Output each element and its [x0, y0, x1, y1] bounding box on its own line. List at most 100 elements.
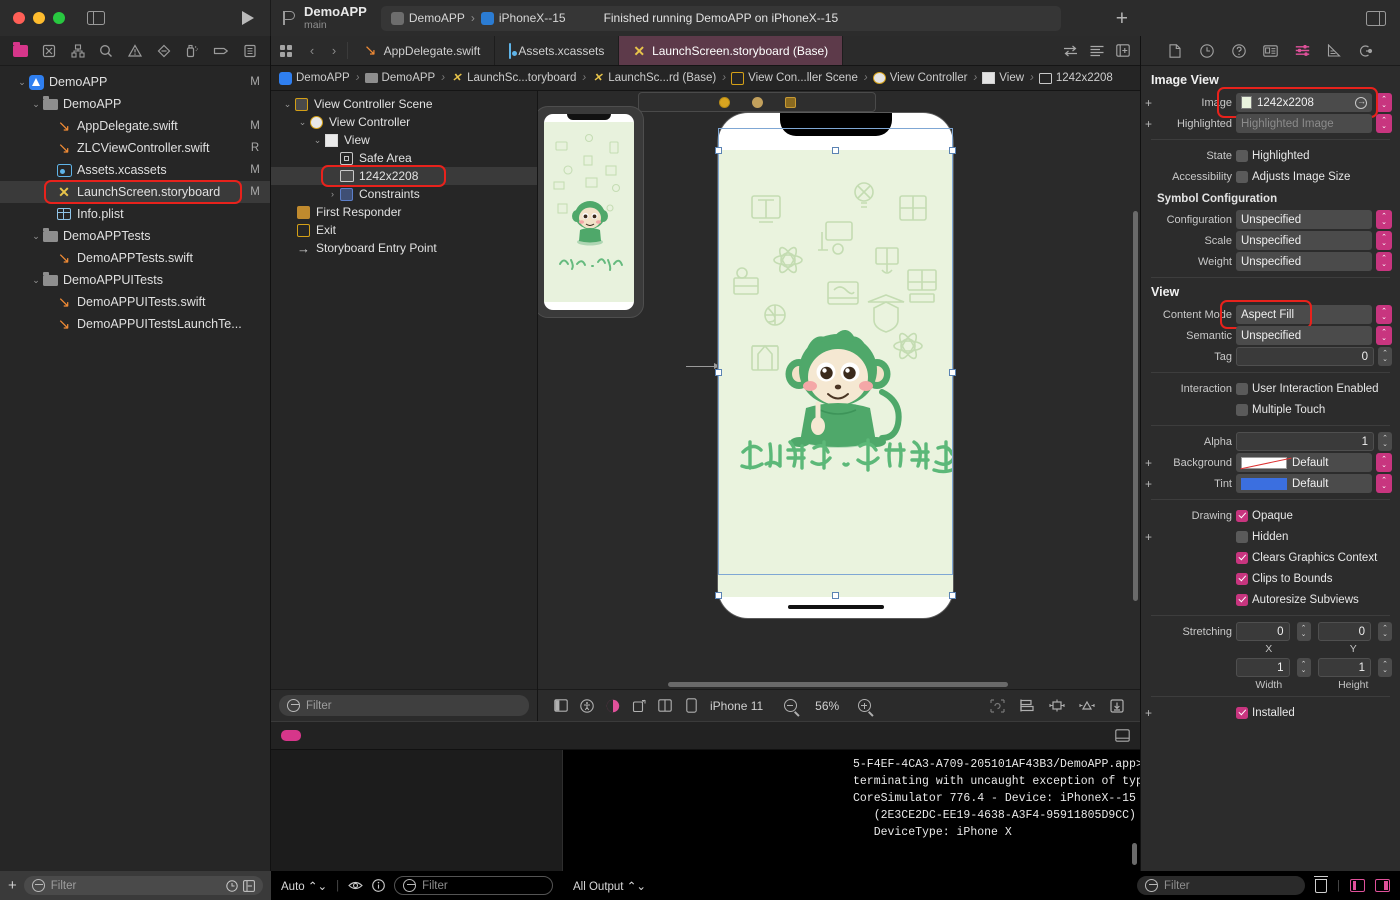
align-icon[interactable]	[1014, 693, 1040, 719]
highlighted-image-field[interactable]: Highlighted Image	[1236, 114, 1372, 133]
file-row[interactable]: ↘ DemoAPPUITestsLaunchTe...	[0, 313, 270, 335]
installed-checkbox[interactable]	[1236, 706, 1248, 719]
hidden-checkbox[interactable]	[1236, 530, 1248, 543]
storyboard-canvas[interactable]	[538, 91, 1140, 689]
stretching-width-input[interactable]: 1	[1236, 658, 1290, 677]
outline-row-constraints[interactable]: › Constraints	[271, 185, 537, 203]
editor-tab-launchscreen[interactable]: ✕ LaunchScreen.storyboard (Base)	[619, 36, 844, 65]
resize-handle-tl[interactable]	[715, 147, 722, 154]
semantic-select[interactable]: Unspecified	[1236, 326, 1372, 345]
tint-color-select[interactable]: Default	[1236, 474, 1372, 493]
file-row[interactable]: ⌄ DemoAPP M	[0, 71, 270, 93]
minimap-icon[interactable]	[1090, 45, 1104, 57]
source-control-filter-icon[interactable]	[243, 879, 255, 892]
file-inspector-tab[interactable]	[1167, 43, 1183, 58]
file-row[interactable]: Assets.xcassets M	[0, 159, 270, 181]
maximize-window-button[interactable]	[53, 12, 65, 24]
appearance-variants-icon[interactable]	[600, 693, 626, 719]
quick-help-inspector-tab[interactable]	[1231, 43, 1247, 58]
embed-in-icon[interactable]	[1104, 693, 1130, 719]
disclosure-triangle-icon[interactable]: ⌄	[296, 117, 309, 128]
breadcrumb-item[interactable]: View Controller ›	[872, 72, 980, 84]
breadcrumb-item[interactable]: DemoAPP ›	[364, 72, 448, 84]
multiple-touch-checkbox[interactable]	[1236, 403, 1248, 416]
run-destination-target[interactable]: DemoAPP	[390, 11, 465, 25]
add-editor-icon[interactable]	[1116, 44, 1130, 57]
reveal-icon[interactable]	[1355, 96, 1367, 109]
stretching-x-input[interactable]: 0	[1236, 622, 1290, 641]
stretching-x-stepper[interactable]: ⌃ ⌄	[1296, 622, 1311, 641]
disclosure-triangle-icon[interactable]: ⌄	[30, 231, 42, 242]
size-inspector-tab[interactable]	[1326, 43, 1342, 58]
outline-row-first-responder[interactable]: First Responder	[271, 203, 537, 221]
disclosure-triangle-icon[interactable]: ›	[326, 189, 339, 199]
file-row[interactable]: ↘ AppDelegate.swift M	[0, 115, 270, 137]
clears-graphics-context-checkbox[interactable]	[1236, 551, 1248, 564]
find-navigator-tab[interactable]	[98, 43, 115, 59]
editor-options-icon[interactable]	[271, 36, 301, 65]
symbol-navigator-tab[interactable]	[69, 43, 86, 59]
zoom-level-label[interactable]: 56%	[803, 699, 851, 713]
device-label[interactable]: iPhone 11	[704, 699, 777, 713]
toggle-document-outline-icon[interactable]	[548, 693, 574, 719]
configuration-stepper[interactable]: ⌃ ⌄	[1376, 210, 1392, 229]
scheme-selector[interactable]: DemoAPP main	[283, 5, 367, 31]
resize-handle-mr[interactable]	[949, 369, 956, 376]
breadcrumb-item[interactable]: View ›	[982, 72, 1036, 84]
image-dropdown-button[interactable]: ⌃ ⌄	[1376, 93, 1392, 112]
scene-dock-bar[interactable]	[638, 92, 876, 112]
close-window-button[interactable]	[13, 12, 25, 24]
split-view-icon[interactable]	[652, 693, 678, 719]
debug-session-indicator[interactable]	[281, 730, 301, 741]
semantic-stepper[interactable]: ⌃ ⌄	[1376, 326, 1392, 345]
add-variation-button[interactable]: +	[1143, 96, 1154, 110]
console-scope-select[interactable]: All Output ⌃⌄	[573, 879, 646, 893]
outline-row-entry-point[interactable]: → Storyboard Entry Point	[271, 239, 537, 257]
recent-files-icon[interactable]	[226, 879, 238, 892]
go-forward-button[interactable]: ›	[323, 36, 345, 65]
breadcrumb-item[interactable]: View Con...ller Scene ›	[731, 71, 870, 85]
file-row[interactable]: Info.plist	[0, 203, 270, 225]
background-stepper[interactable]: ⌃ ⌄	[1376, 453, 1392, 472]
resize-handle-bl[interactable]	[715, 592, 722, 599]
file-row[interactable]: ⌄ DemoAPPTests	[0, 225, 270, 247]
activity-status-bar[interactable]: DemoAPP › iPhoneX--15 Finished running D…	[380, 5, 1061, 31]
stretching-y-stepper[interactable]: ⌃ ⌄	[1378, 622, 1392, 641]
accessibility-icon[interactable]	[574, 693, 600, 719]
add-variation-button[interactable]: +	[1143, 477, 1154, 491]
resize-handle-tr[interactable]	[949, 147, 956, 154]
autoresize-subviews-checkbox[interactable]	[1236, 593, 1248, 606]
console-scrollbar[interactable]	[1132, 843, 1137, 865]
history-inspector-tab[interactable]	[1199, 43, 1215, 58]
outline-row-scene[interactable]: ⌄ View Controller Scene	[271, 95, 537, 113]
outline-row-exit[interactable]: Exit	[271, 221, 537, 239]
attributes-inspector-tab[interactable]	[1294, 43, 1310, 58]
device-preview-iphone[interactable]	[718, 113, 953, 618]
add-file-button[interactable]: +	[8, 877, 17, 894]
exit-dock-icon[interactable]	[784, 96, 796, 108]
identity-inspector-tab[interactable]	[1262, 43, 1278, 58]
disclosure-triangle-icon[interactable]: ⌄	[30, 275, 42, 286]
weight-stepper[interactable]: ⌃ ⌄	[1376, 252, 1392, 271]
resize-handle-br[interactable]	[949, 592, 956, 599]
breakpoint-navigator-tab[interactable]	[212, 43, 229, 59]
connections-inspector-tab[interactable]	[1358, 43, 1374, 58]
debug-scope-select[interactable]: Auto ⌃⌄	[281, 879, 327, 893]
toggle-inspector-icon[interactable]	[1366, 10, 1386, 26]
report-navigator-tab[interactable]	[241, 43, 258, 59]
add-editor-button[interactable]: +	[1116, 8, 1128, 29]
first-responder-dock-icon[interactable]	[751, 96, 763, 108]
toggle-navigator-icon[interactable]	[87, 11, 105, 25]
file-row[interactable]: ⌄ DemoAPP	[0, 93, 270, 115]
resolve-issues-icon[interactable]	[1074, 693, 1100, 719]
resize-handle-tm[interactable]	[832, 147, 839, 154]
document-outline-list[interactable]: ⌄ View Controller Scene ⌄ View Controlle…	[271, 91, 537, 689]
toggle-variables-view-button[interactable]	[1350, 879, 1365, 892]
outline-row-image-1242x2208[interactable]: 1242x2208	[271, 165, 537, 187]
add-constraints-icon[interactable]	[1044, 693, 1070, 719]
run-button[interactable]	[242, 11, 254, 25]
debug-navigator-tab[interactable]	[184, 43, 201, 59]
stretching-height-stepper[interactable]: ⌃ ⌄	[1378, 658, 1392, 677]
go-back-button[interactable]: ‹	[301, 36, 323, 65]
inspector-content[interactable]: Image View + Image 1242x2208 ⌃⌄	[1141, 66, 1400, 871]
